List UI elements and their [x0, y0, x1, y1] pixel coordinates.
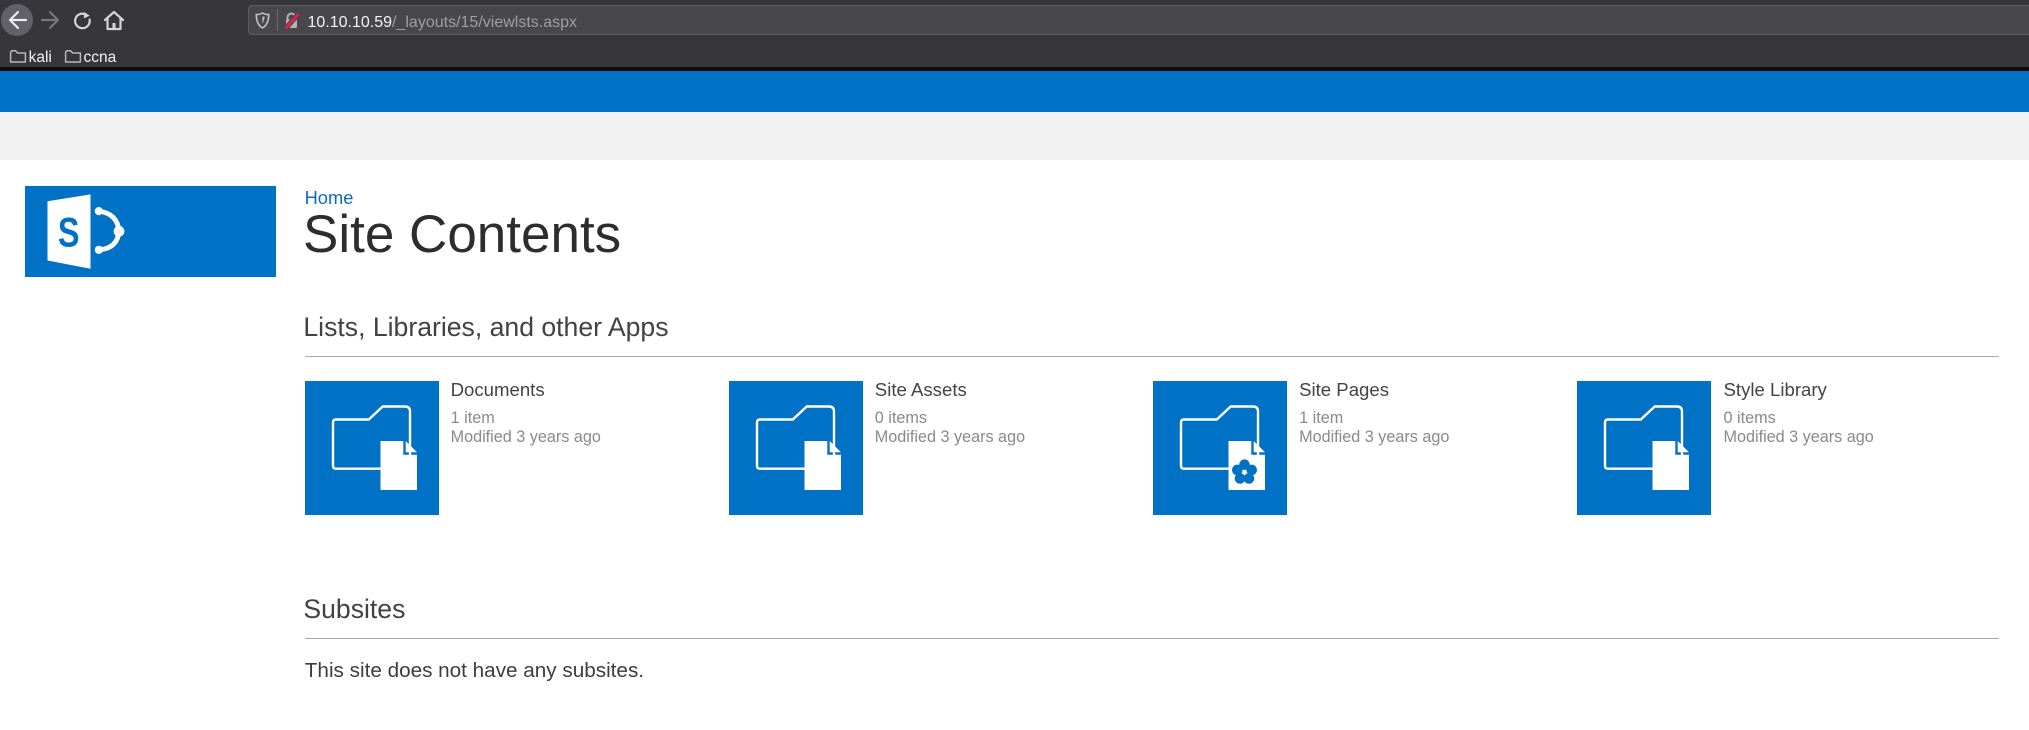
- svg-text:S: S: [58, 209, 80, 256]
